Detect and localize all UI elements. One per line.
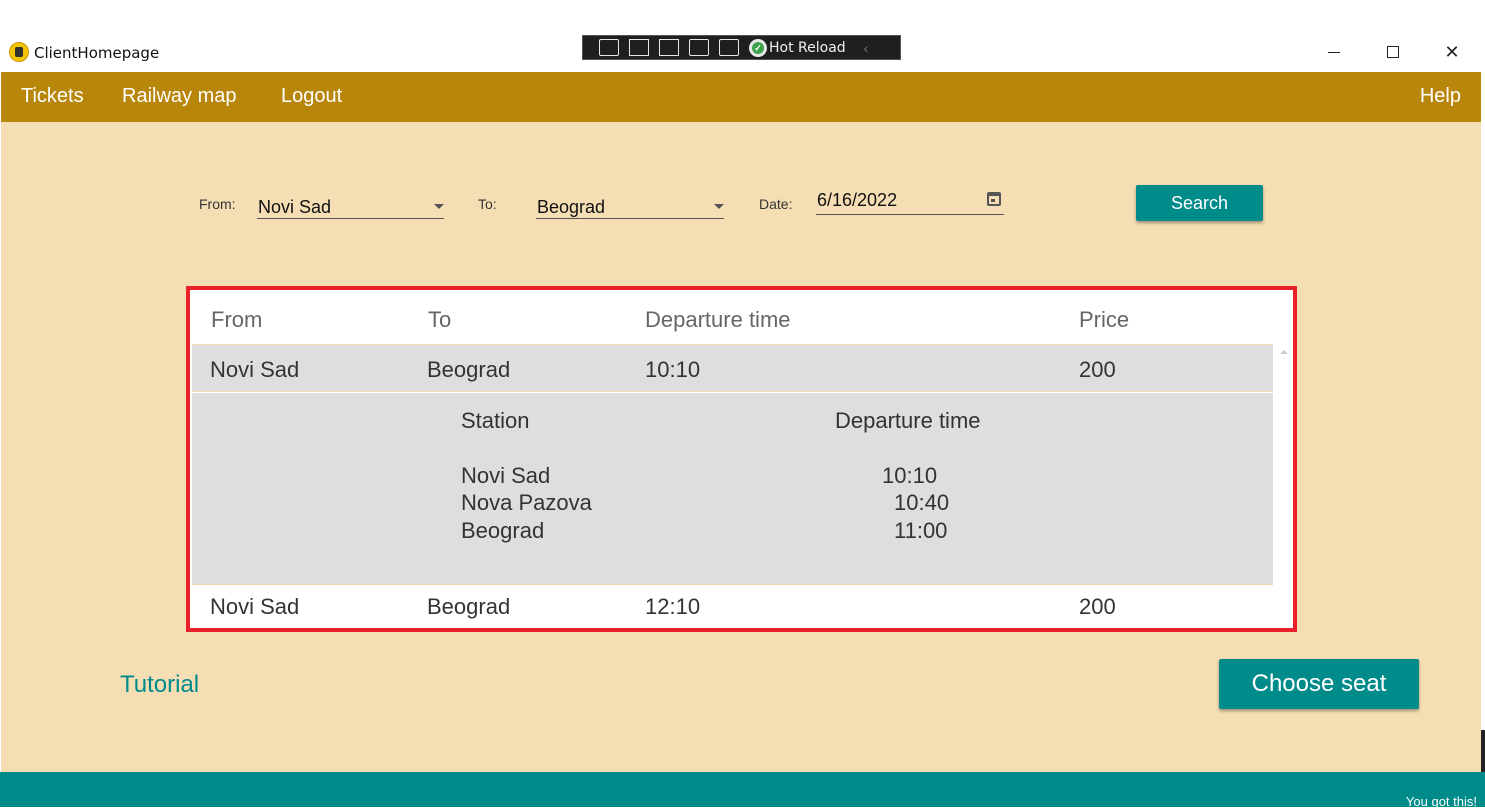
menu-tickets[interactable]: Tickets bbox=[21, 85, 84, 108]
cell-from: Novi Sad bbox=[210, 594, 300, 619]
stop-station: Novi Sad bbox=[461, 463, 551, 488]
window-edge bbox=[1481, 72, 1485, 772]
cell-from: Novi Sad bbox=[210, 357, 300, 382]
row-details: Station Departure time Novi Sad 10:10 No… bbox=[192, 393, 1273, 585]
live-visual-tree-icon[interactable] bbox=[599, 39, 619, 56]
train-icon bbox=[9, 42, 29, 62]
binding-failures-icon[interactable] bbox=[719, 39, 739, 56]
cell-departure: 10:10 bbox=[645, 357, 701, 382]
header-to[interactable]: To bbox=[428, 307, 451, 333]
header-price[interactable]: Price bbox=[1079, 307, 1129, 333]
menu-bar: Tickets Railway map Logout Help bbox=[1, 72, 1481, 122]
stop-station: Nova Pazova bbox=[461, 490, 592, 515]
minimize-icon bbox=[1328, 51, 1340, 53]
stop-station: Beograd bbox=[461, 518, 545, 543]
to-label: To: bbox=[478, 196, 497, 212]
header-from[interactable]: From bbox=[211, 307, 262, 333]
window-edge-dark bbox=[1481, 730, 1485, 772]
collapse-toolbar-icon[interactable]: ‹ bbox=[864, 40, 869, 56]
to-combobox[interactable]: Beograd bbox=[536, 193, 724, 219]
stop-time: 10:10 bbox=[882, 463, 938, 488]
table-row[interactable]: Novi Sad Beograd 12:10 200 bbox=[192, 586, 1273, 628]
details-header-departure-time: Departure time bbox=[835, 408, 981, 433]
close-icon: ✕ bbox=[1444, 41, 1460, 63]
calendar-icon[interactable] bbox=[987, 192, 1001, 206]
cell-price: 200 bbox=[1079, 594, 1116, 619]
tutorial-link[interactable]: Tutorial bbox=[120, 671, 199, 699]
from-value: Novi Sad bbox=[258, 197, 332, 217]
menu-help[interactable]: Help bbox=[1420, 85, 1461, 108]
chevron-down-icon bbox=[434, 204, 444, 209]
select-element-icon[interactable] bbox=[629, 39, 649, 56]
table-row[interactable]: Novi Sad Beograd 10:10 200 bbox=[192, 344, 1273, 392]
stop-time: 11:00 bbox=[894, 518, 948, 543]
app-window: ClientHomepage ✕ ✓ Hot Reload ‹ Tickets … bbox=[0, 0, 1485, 809]
details-header-station: Station bbox=[461, 408, 530, 433]
track-focus-icon[interactable] bbox=[689, 39, 709, 56]
from-combobox[interactable]: Novi Sad bbox=[257, 193, 444, 219]
cell-to: Beograd bbox=[427, 594, 511, 619]
from-label: From: bbox=[199, 196, 236, 212]
window-title: ClientHomepage bbox=[34, 44, 160, 62]
choose-seat-button[interactable]: Choose seat bbox=[1219, 659, 1419, 709]
maximize-icon bbox=[1387, 46, 1399, 58]
hot-reload-label[interactable]: Hot Reload bbox=[769, 40, 846, 56]
chevron-down-icon bbox=[714, 204, 724, 209]
date-picker[interactable]: 6/16/2022 bbox=[816, 188, 1004, 215]
debug-toolbar: ✓ Hot Reload ‹ bbox=[582, 35, 901, 60]
departures-grid: From To Departure time Price Novi Sad Be… bbox=[186, 286, 1297, 632]
to-value: Beograd bbox=[537, 197, 606, 217]
cell-price: 200 bbox=[1079, 357, 1116, 382]
grid-header: From To Departure time Price bbox=[194, 290, 1289, 344]
close-button[interactable]: ✕ bbox=[1423, 32, 1481, 72]
date-label: Date: bbox=[759, 196, 793, 212]
minimize-button[interactable] bbox=[1305, 32, 1363, 72]
scrollbar-up-arrow[interactable] bbox=[1280, 350, 1288, 354]
menu-logout[interactable]: Logout bbox=[281, 85, 342, 108]
search-button[interactable]: Search bbox=[1136, 185, 1263, 221]
footer-bar: You got this! bbox=[0, 772, 1485, 809]
display-adorners-icon[interactable] bbox=[659, 39, 679, 56]
cell-departure: 12:10 bbox=[645, 594, 701, 619]
check-circle-icon: ✓ bbox=[749, 38, 767, 57]
header-departure-time[interactable]: Departure time bbox=[645, 307, 791, 333]
menu-railway-map[interactable]: Railway map bbox=[122, 85, 236, 108]
date-value: 6/16/2022 bbox=[817, 190, 898, 210]
cell-to: Beograd bbox=[427, 357, 511, 382]
stop-time: 10:40 bbox=[894, 490, 950, 515]
maximize-button[interactable] bbox=[1364, 32, 1422, 72]
